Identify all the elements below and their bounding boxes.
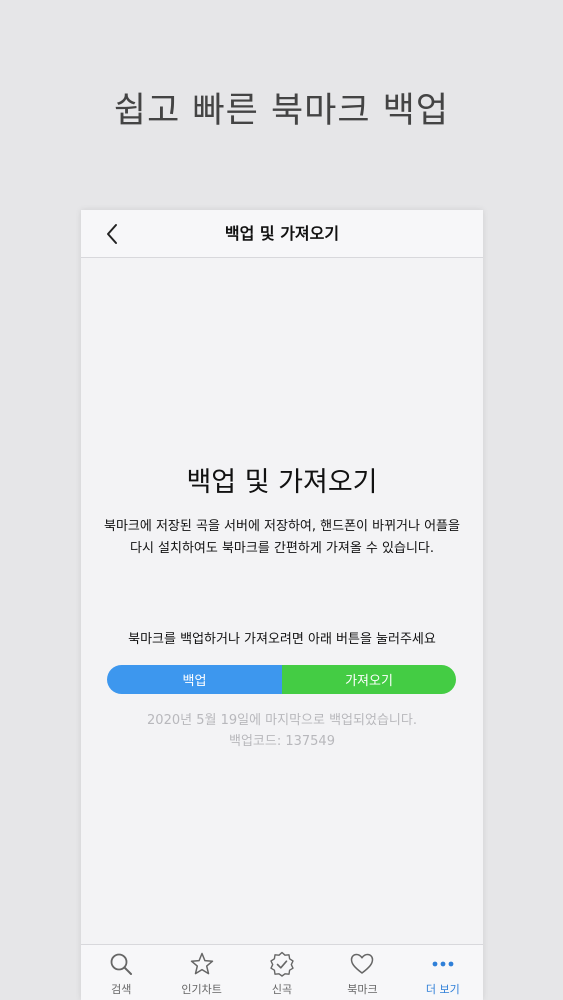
- action-buttons: 백업 가져오기: [107, 665, 456, 694]
- search-icon: [110, 953, 133, 975]
- backup-code-text: 백업코드: 137549: [229, 734, 335, 749]
- backup-button[interactable]: 백업: [107, 665, 282, 694]
- tab-label-new-songs: 신곡: [271, 983, 293, 996]
- tab-more[interactable]: 더 보기: [403, 945, 483, 1000]
- tab-bar: 검색 인기차트 신곡 북마크 더 보기: [81, 944, 483, 1000]
- navigation-bar: 백업 및 가져오기: [81, 210, 483, 258]
- tab-label-bookmark: 북마크: [347, 983, 378, 996]
- tab-search[interactable]: 검색: [81, 945, 161, 1000]
- badge-check-icon: [270, 951, 294, 977]
- instruction-text: 북마크를 백업하거나 가져오려면 아래 버튼을 눌러주세요: [128, 632, 436, 647]
- phone-screen: 백업 및 가져오기 백업 및 가져오기 북마크에 저장된 곡을 서버에 저장하여…: [81, 210, 483, 1000]
- tab-label-more: 더 보기: [425, 983, 460, 996]
- more-icon: [432, 961, 454, 967]
- tab-bookmark[interactable]: 북마크: [322, 945, 402, 1000]
- tab-new-songs[interactable]: 신곡: [242, 945, 322, 1000]
- tab-label-search: 검색: [111, 983, 132, 996]
- heart-icon: [351, 953, 374, 974]
- last-backup-text: 2020년 5월 19일에 마지막으로 백업되었습니다.: [147, 713, 417, 728]
- import-button[interactable]: 가져오기: [282, 665, 456, 694]
- tab-label-chart: 인기차트: [181, 983, 222, 996]
- star-icon: [190, 952, 213, 975]
- tab-chart[interactable]: 인기차트: [161, 945, 241, 1000]
- back-button[interactable]: [99, 220, 125, 248]
- chevron-left-icon: [107, 224, 117, 244]
- backup-status: 2020년 5월 19일에 마지막으로 백업되었습니다. 백업코드: 13754…: [81, 710, 483, 752]
- content-title: 백업 및 가져오기: [186, 467, 378, 498]
- nav-title: 백업 및 가져오기: [224, 224, 340, 243]
- promo-headline: 쉽고 빠른 북마크 백업: [113, 91, 450, 131]
- description-text: 북마크에 저장된 곡을 서버에 저장하여, 핸드폰이 바뀌거나 어플을 다시 설…: [104, 519, 460, 556]
